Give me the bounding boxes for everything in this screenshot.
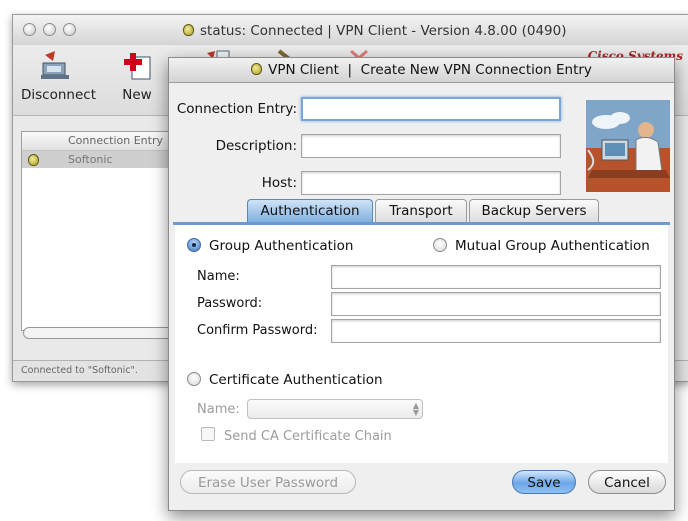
vpn-lock-icon — [183, 24, 194, 36]
main-titlebar: status: Connected | VPN Client - Version… — [13, 15, 688, 46]
new-connection-button[interactable]: New — [117, 49, 157, 103]
tab-backup-servers[interactable]: Backup Servers — [469, 199, 599, 223]
dialog-titlebar: VPN Client | Create New VPN Connection E… — [169, 58, 674, 83]
mutual-group-auth-radio[interactable]: Mutual Group Authentication — [433, 238, 650, 254]
vpn-lock-icon — [251, 63, 263, 75]
disconnect-icon — [39, 49, 73, 83]
radio-unselected-icon — [433, 238, 447, 252]
list-item[interactable]: Softonic — [22, 151, 192, 168]
send-ca-chain-checkbox[interactable]: Send CA Certificate Chain — [201, 427, 392, 444]
tab-transport[interactable]: Transport — [375, 199, 467, 223]
vpn-user-illustration — [586, 100, 670, 192]
create-connection-dialog: VPN Client | Create New VPN Connection E… — [168, 57, 675, 511]
zoom-window-icon[interactable] — [63, 23, 76, 36]
minimize-window-icon[interactable] — [43, 23, 56, 36]
host-label: Host: — [261, 175, 297, 191]
authentication-panel: Group Authentication Mutual Group Authen… — [175, 225, 668, 463]
cancel-button[interactable]: Cancel — [588, 470, 666, 494]
connection-entry-label: Connection Entry: — [176, 101, 297, 117]
radio-unselected-icon — [187, 372, 201, 386]
list-horizontal-scrollbar[interactable] — [23, 327, 185, 339]
group-password-input[interactable] — [331, 292, 661, 316]
certificate-auth-radio[interactable]: Certificate Authentication — [187, 372, 383, 388]
group-name-label: Name: — [197, 269, 240, 284]
checkbox-unchecked-icon — [201, 427, 215, 441]
disconnect-button[interactable]: Disconnect — [21, 49, 96, 103]
list-item-label: Softonic — [68, 153, 113, 166]
connection-entry-column-header[interactable]: Connection Entry — [22, 132, 192, 151]
description-input[interactable] — [301, 134, 561, 158]
connected-lock-icon — [28, 154, 39, 166]
tab-authentication[interactable]: Authentication — [247, 199, 373, 223]
group-password-label: Password: — [197, 296, 263, 311]
close-window-icon[interactable] — [23, 23, 36, 36]
erase-user-password-button[interactable]: Erase User Password — [180, 470, 356, 494]
confirm-password-label: Confirm Password: — [197, 323, 318, 338]
new-entry-icon — [120, 49, 154, 83]
certificate-name-label: Name: — [197, 402, 240, 417]
radio-selected-icon — [187, 238, 201, 252]
group-name-input[interactable] — [331, 265, 661, 289]
confirm-password-input[interactable] — [331, 319, 661, 343]
certificate-name-select[interactable]: ▲ ▼ — [247, 399, 423, 419]
main-window-title: status: Connected | VPN Client - Version… — [183, 23, 567, 39]
connection-entry-input[interactable] — [301, 97, 561, 121]
group-auth-radio[interactable]: Group Authentication — [187, 238, 354, 254]
host-input[interactable] — [301, 171, 561, 195]
select-stepper-icon: ▲ ▼ — [412, 401, 419, 417]
description-label: Description: — [215, 138, 297, 154]
dialog-title: VPN Client | Create New VPN Connection E… — [268, 62, 592, 78]
save-button[interactable]: Save — [512, 470, 576, 494]
